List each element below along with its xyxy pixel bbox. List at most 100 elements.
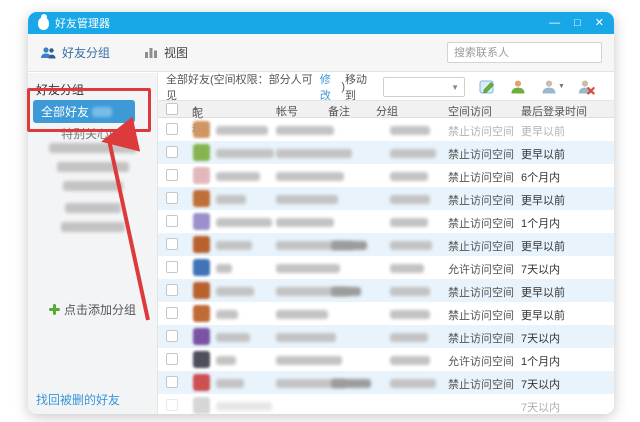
select-all-checkbox[interactable] [166,103,178,115]
col-note[interactable]: 备注 [328,103,350,119]
row-checkbox[interactable] [166,192,178,204]
table-row[interactable]: 7天以内 [158,394,614,414]
toolbar: 好友分组 视图 [28,34,614,72]
table-row[interactable]: 禁止访问空间 更早以前 [158,118,614,141]
nickname-redacted [216,264,232,273]
sidebar-group-redacted[interactable] [62,181,123,191]
group-redacted [390,149,436,158]
space-access-value: 禁止访问空间 [448,218,514,230]
space-access-value: 允许访问空间 [448,264,514,276]
view-button[interactable]: 视图 [144,44,188,61]
table-row[interactable]: 允许访问空间 1个月内 [158,348,614,371]
modify-permission-link[interactable]: 修改 [320,71,341,103]
sidebar-group-redacted[interactable] [56,162,129,172]
space-access-value: 禁止访问空间 [448,195,514,207]
row-checkbox[interactable] [166,215,178,227]
sidebar-group-redacted[interactable] [60,222,125,232]
plus-icon [48,304,60,315]
table-row[interactable]: 禁止访问空间 6个月内 [158,164,614,187]
group-redacted [390,241,432,250]
row-checkbox[interactable] [166,284,178,296]
avatar [193,121,210,138]
last-login-value: 1个月内 [521,218,561,230]
space-access-value: 禁止访问空间 [448,149,514,161]
space-access-value: 禁止访问空间 [448,241,514,253]
table-row[interactable]: 禁止访问空间 更早以前 [158,233,614,256]
account-redacted [276,264,340,273]
table-row[interactable]: 禁止访问空间 7天以内 [158,325,614,348]
add-group-button[interactable]: 点击添加分组 [28,301,157,318]
space-access-value: 禁止访问空间 [448,310,514,322]
row-checkbox[interactable] [166,261,178,273]
last-login-value: 更早以前 [521,149,565,161]
note-redacted [331,379,371,388]
move-to-label: 移动到 [344,73,367,102]
avatar [193,190,210,207]
row-checkbox[interactable] [166,146,178,158]
nickname-redacted [216,172,260,181]
search-input[interactable] [447,42,602,63]
table-row[interactable]: 禁止访问空间 1个月内 [158,210,614,233]
col-last-login[interactable]: 最后登录时间 [521,103,587,119]
col-space-access[interactable]: 空间访问 [448,103,492,119]
account-redacted [276,149,352,158]
table-header: 昵称 ▲ 帐号 备注 分组 空间访问 最后登录时间 [158,100,614,136]
table-row[interactable]: 禁止访问空间 7天以内 [158,371,614,394]
group-redacted [390,379,436,388]
add-friend-icon[interactable] [510,78,528,95]
friend-groups-button[interactable]: 好友分组 [40,44,110,61]
last-login-value: 更早以前 [521,195,565,207]
friend-settings-icon[interactable]: ▼ [541,78,565,95]
table-row[interactable]: 禁止访问空间 更早以前 [158,302,614,325]
people-icon [41,46,56,58]
sidebar-group-redacted[interactable] [64,203,121,213]
close-button[interactable]: ✕ [595,12,604,34]
table-row[interactable]: 禁止访问空间 更早以前 [158,141,614,164]
row-checkbox[interactable] [166,123,178,135]
last-login-value: 7天以内 [521,264,561,276]
row-checkbox[interactable] [166,169,178,181]
nickname-redacted [216,333,250,342]
last-login-value: 更早以前 [521,126,565,138]
maximize-button[interactable]: □ [574,12,581,34]
last-login-value: 更早以前 [521,287,565,299]
minimize-button[interactable]: — [549,12,560,34]
group-redacted [390,264,424,273]
sidebar-group-redacted[interactable] [48,143,137,153]
add-group-label: 点击添加分组 [63,303,136,317]
table-row[interactable]: 禁止访问空间 更早以前 [158,187,614,210]
last-login-value: 6个月内 [521,172,561,184]
note-redacted [331,241,367,250]
group-redacted [390,218,428,227]
bar-chart-icon [145,48,158,58]
account-redacted [276,195,338,204]
col-group[interactable]: 分组 [376,103,398,119]
edit-remark-icon[interactable] [479,78,497,95]
row-checkbox[interactable] [166,330,178,342]
space-access-value: 禁止访问空间 [448,379,514,391]
last-login-value: 7天以内 [521,333,561,345]
recover-deleted-friends-link[interactable]: 找回被删的好友 [36,391,120,408]
friend-manager-window: 好友管理器 — □ ✕ 好友分组 视图 搜索联系人 好友分组 全部好友 特别关心… [28,12,614,414]
note-redacted [331,287,361,296]
col-account[interactable]: 帐号 [276,103,298,119]
table-row[interactable]: 允许访问空间 7天以内 [158,256,614,279]
titlebar: 好友管理器 — □ ✕ [28,12,614,34]
row-checkbox[interactable] [166,399,178,411]
account-redacted [276,333,336,342]
permission-summary: 全部好友(空间权限：部分人可见 [166,73,313,102]
row-checkbox[interactable] [166,307,178,319]
row-checkbox[interactable] [166,353,178,365]
annotation-highlight-box [27,88,151,132]
group-redacted [390,195,430,204]
avatar [193,305,210,322]
row-checkbox[interactable] [166,238,178,250]
avatar [193,144,210,161]
nickname-redacted [216,310,238,319]
table-row[interactable]: 禁止访问空间 更早以前 [158,279,614,302]
row-checkbox[interactable] [166,376,178,388]
delete-friend-icon[interactable] [578,78,596,95]
space-access-value: 允许访问空间 [448,356,514,368]
qq-penguin-icon [38,13,49,30]
move-to-dropdown[interactable]: ▼ [383,76,465,97]
